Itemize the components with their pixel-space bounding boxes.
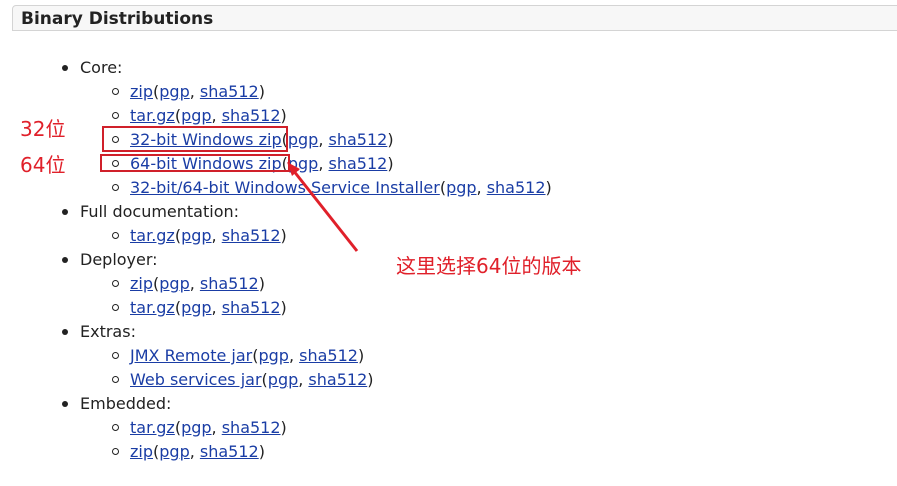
annotation-arrow	[287, 162, 359, 252]
